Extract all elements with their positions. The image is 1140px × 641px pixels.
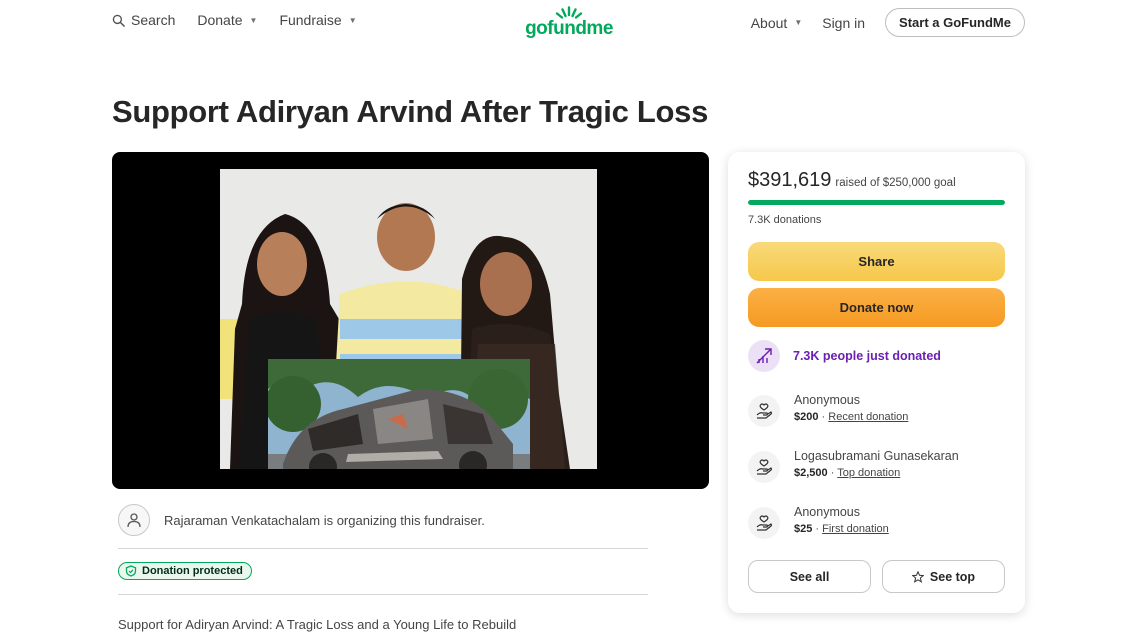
donor-name: Logasubramani Gunasekaran xyxy=(794,449,959,463)
fundraise-menu[interactable]: Fundraise ▼ xyxy=(279,12,356,28)
about-menu[interactable]: About ▼ xyxy=(751,15,803,31)
nav-right: About ▼ Sign in Start a GoFundMe xyxy=(751,8,1025,37)
donor-name: Anonymous xyxy=(794,505,861,519)
organizer-row: Rajaraman Venkatachalam is organizing th… xyxy=(118,504,485,536)
donor-row: Anonymous $25 · First donation xyxy=(748,505,889,539)
burned-car-art xyxy=(268,359,530,469)
donate-menu-label: Donate xyxy=(197,12,243,28)
burned-car-photo xyxy=(268,359,530,469)
donor-tag-link[interactable]: Recent donation xyxy=(828,411,908,423)
see-all-label: See all xyxy=(789,569,830,584)
donor-name: Anonymous xyxy=(794,393,861,407)
see-all-button[interactable]: See all xyxy=(748,560,871,593)
campaign-hero-image[interactable] xyxy=(112,152,709,489)
donor-info: Logasubramani Gunasekaran $2,500 · Top d… xyxy=(794,449,959,479)
donor-meta: $25 · First donation xyxy=(794,523,889,535)
gofundme-logo[interactable]: gofundme xyxy=(524,6,614,39)
shield-icon xyxy=(125,565,137,577)
divider xyxy=(118,548,648,549)
donations-count: 7.3K donations xyxy=(748,214,822,226)
donation-hand-icon xyxy=(748,507,780,539)
star-icon xyxy=(911,570,924,583)
donor-amount: $2,500 xyxy=(794,467,828,479)
start-gofundme-button[interactable]: Start a GoFundMe xyxy=(885,8,1025,37)
donor-meta: $2,500 · Top donation xyxy=(794,467,901,479)
raised-summary: $391,619 raised of $250,000 goal xyxy=(748,169,956,192)
donor-amount: $200 xyxy=(794,411,819,423)
donation-hand-icon xyxy=(748,451,780,483)
chevron-down-icon: ▼ xyxy=(348,15,357,25)
trending-icon xyxy=(748,340,780,372)
donor-info: Anonymous $25 · First donation xyxy=(794,505,889,535)
donor-row: Anonymous $200 · Recent donation xyxy=(748,393,908,427)
donor-tag-link[interactable]: Top donation xyxy=(837,467,900,479)
progress-fill xyxy=(748,200,1005,205)
share-button[interactable]: Share xyxy=(748,242,1005,281)
progress-bar xyxy=(748,200,1005,205)
divider xyxy=(118,594,648,595)
chevron-down-icon: ▼ xyxy=(249,15,258,25)
see-top-button[interactable]: See top xyxy=(882,560,1005,593)
story-heading: Support for Adiryan Arvind: A Tragic Los… xyxy=(118,617,517,632)
donor-info: Anonymous $200 · Recent donation xyxy=(794,393,908,423)
about-menu-label: About xyxy=(750,14,788,31)
nav-left: Search Donate ▼ Fundraise ▼ xyxy=(112,12,357,28)
organizer-text: Rajaraman Venkatachalam is organizing th… xyxy=(164,512,485,528)
trend-text: 7.3K people just donated xyxy=(793,349,941,363)
donate-menu[interactable]: Donate ▼ xyxy=(197,12,257,28)
user-icon xyxy=(127,513,141,528)
avatar xyxy=(118,504,150,536)
raised-amount: $391,619 xyxy=(748,169,832,191)
search-label: Search xyxy=(131,12,176,28)
donor-meta: $200 · Recent donation xyxy=(794,411,909,423)
badge-label: Donation protected xyxy=(142,565,243,577)
donate-now-button[interactable]: Donate now xyxy=(748,288,1005,327)
fundraise-menu-label: Fundraise xyxy=(279,12,342,28)
search-icon xyxy=(112,14,125,27)
chevron-down-icon: ▼ xyxy=(794,18,803,27)
signin-link[interactable]: Sign in xyxy=(822,15,865,31)
donor-amount: $25 xyxy=(794,523,813,535)
search-link[interactable]: Search xyxy=(112,12,175,28)
recent-activity: 7.3K people just donated xyxy=(748,340,941,372)
donation-hand-icon xyxy=(748,395,780,427)
page-title: Support Adiryan Arvind After Tragic Loss xyxy=(112,94,709,129)
donation-protected-badge[interactable]: Donation protected xyxy=(118,562,252,580)
donation-card: $391,619 raised of $250,000 goal 7.3K do… xyxy=(728,152,1025,613)
donor-tag-link[interactable]: First donation xyxy=(822,523,889,535)
family-photo xyxy=(220,169,597,469)
see-top-label: See top xyxy=(929,569,976,584)
donor-row: Logasubramani Gunasekaran $2,500 · Top d… xyxy=(748,449,959,483)
goal-text: raised of $250,000 goal xyxy=(835,177,956,189)
logo-wordmark: gofundme xyxy=(525,18,613,39)
